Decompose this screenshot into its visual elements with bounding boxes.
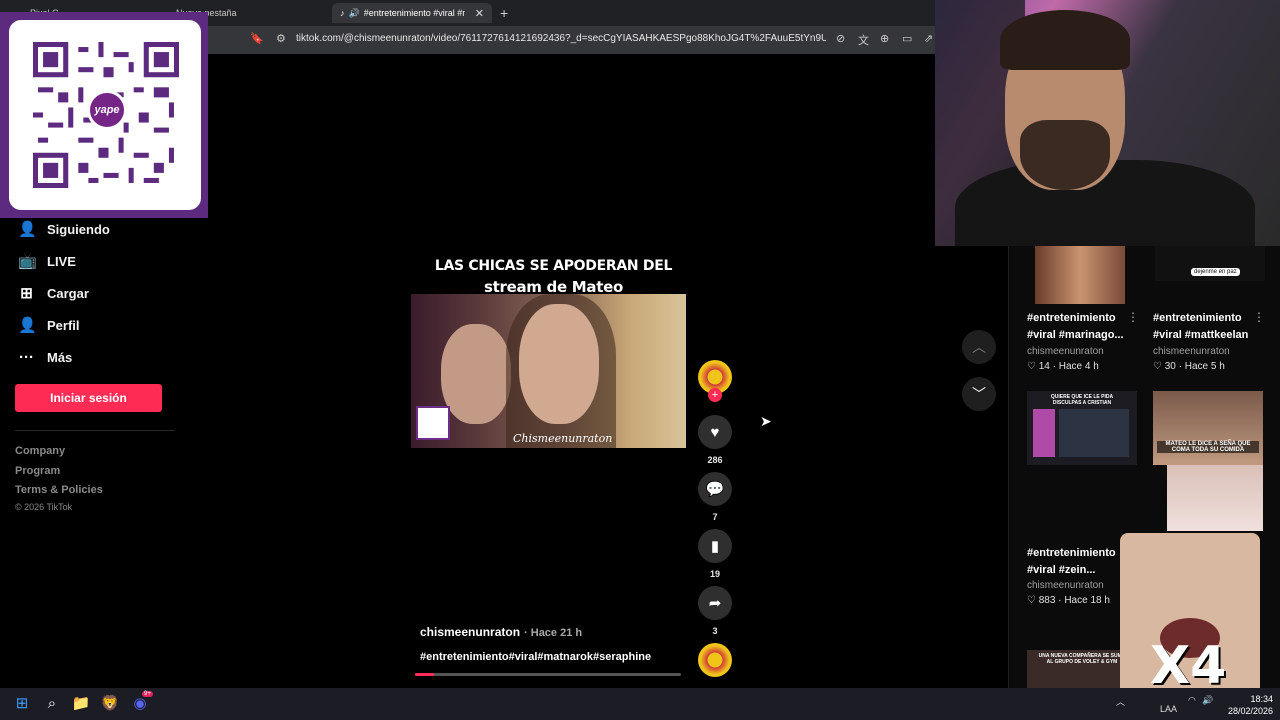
windows-start-icon[interactable]: ⊞	[12, 694, 32, 714]
comment-icon[interactable]: 💬	[698, 472, 732, 506]
video-player[interactable]: Chismeenunraton	[411, 294, 686, 448]
recommended-title[interactable]: #entretenimiento #viral #mattkeelan	[1153, 310, 1263, 344]
recommended-stats: ♡ 30 · Hace 5 h	[1153, 361, 1225, 372]
close-tab-icon[interactable]: ✕	[475, 7, 484, 20]
language-indicator[interactable]: LAA	[1160, 704, 1177, 714]
save-count: 19	[709, 569, 720, 579]
volume-icon[interactable]: 🔊	[1202, 695, 1213, 706]
bookmark-icon[interactable]: ▮	[698, 529, 732, 563]
recommended-author[interactable]: chismeenunraton	[1027, 580, 1104, 591]
footer-link-terms[interactable]: Terms & Policies	[15, 484, 103, 496]
recommended-thumb[interactable]: MATEO LE DICE A SEÑA QUE COMA TODA SU CO…	[1153, 391, 1263, 465]
previous-video-button[interactable]: ︿	[962, 330, 996, 364]
video-frame-person	[441, 324, 511, 424]
wifi-icon[interactable]: ◠	[1188, 695, 1196, 706]
yape-card: yape	[9, 20, 201, 210]
share-action[interactable]: ➦ 3	[698, 586, 732, 636]
thumb-art	[1059, 409, 1129, 457]
share-icon[interactable]: ⇗	[924, 32, 933, 45]
video-author[interactable]: chismeenunraton · Hace 21 h	[420, 625, 582, 639]
more-options-icon[interactable]: ⋮	[1127, 310, 1139, 324]
heart-outline-icon: ♡	[1153, 361, 1162, 372]
sidebar-item-profile[interactable]: 👤 Perfil	[18, 316, 80, 334]
video-frame-person	[519, 304, 599, 424]
sidebar-item-upload[interactable]: ⊞ Cargar	[18, 284, 89, 302]
like-count: 286	[707, 455, 723, 465]
yape-logo: yape	[87, 90, 127, 130]
following-icon: 👤	[18, 221, 37, 238]
file-explorer-icon[interactable]: 📁	[71, 694, 91, 714]
tiktok-icon: ♪	[340, 8, 345, 18]
discord-badge: 9+	[142, 691, 153, 697]
next-video-button[interactable]: ﹀	[962, 377, 996, 411]
comment-action[interactable]: 💬 7	[698, 472, 732, 522]
video-progress-fill	[415, 673, 434, 676]
share-count: 3	[712, 626, 718, 636]
more-icon: ···	[19, 349, 34, 366]
recommended-thumb[interactable]	[1035, 246, 1125, 304]
heart-outline-icon: ♡	[1027, 361, 1036, 372]
video-watermark: Chismeenunraton	[513, 432, 613, 445]
more-options-icon[interactable]: ⋮	[1253, 310, 1265, 324]
streamer-webcam	[935, 0, 1280, 246]
comment-count: 7	[712, 512, 718, 522]
cast-icon[interactable]: ▭	[902, 32, 912, 45]
speaker-icon: 🔊	[348, 7, 360, 18]
recommended-stats: ♡ 883 · Hace 18 h	[1027, 595, 1110, 606]
heart-outline-icon: ♡	[1027, 595, 1036, 606]
recommended-title[interactable]: #entretenimiento #viral #marinago...	[1027, 310, 1137, 344]
taskbar: ⊞ ⌕ 📁 🦁 ◉ 9+ ︿ LAA ◠ 🔊 18:34 28/02/2026	[0, 688, 1280, 720]
video-caption: Las chicas se apoderan del stream de Mat…	[434, 258, 673, 296]
recommended-author[interactable]: chismeenunraton	[1027, 346, 1104, 357]
block-icon[interactable]: ⊘	[836, 32, 845, 45]
thumb-art	[1033, 409, 1055, 457]
sidebar-item-live[interactable]: 📺 LIVE	[18, 252, 76, 270]
recommended-thumb[interactable]	[1167, 465, 1263, 531]
save-action[interactable]: ▮ 19	[698, 529, 732, 579]
sidebar-divider	[15, 430, 175, 431]
webcam-hair	[1000, 10, 1130, 70]
chevron-down-icon: ﹀	[972, 386, 986, 402]
recommended-author[interactable]: chismeenunraton	[1153, 346, 1230, 357]
taskbar-clock[interactable]: 18:34 28/02/2026	[1228, 693, 1273, 717]
video-qr-overlay	[416, 406, 450, 440]
tab-active[interactable]: ♪ 🔊 #entretenimiento #viral #mat ✕	[332, 3, 492, 23]
yape-qr-overlay: yape	[0, 12, 208, 218]
heart-icon[interactable]: ♥	[698, 415, 732, 449]
sidebar-item-more[interactable]: ··· Más	[18, 349, 72, 366]
chevron-up-icon: ︿	[972, 339, 986, 355]
reaction-text: X4	[1150, 636, 1227, 696]
url-field[interactable]: tiktok.com/@chismeenunraton/video/761172…	[296, 33, 826, 44]
share-arrow-icon[interactable]: ➦	[698, 586, 732, 620]
like-action[interactable]: ♥ 286	[698, 415, 732, 465]
recommended-thumb[interactable]: QUIERE QUE ICE LE PIDA DISCULPAS A CRIST…	[1027, 391, 1137, 465]
brave-browser-icon[interactable]: 🦁	[100, 694, 120, 714]
webcam-beard	[1020, 120, 1110, 190]
video-time: · Hace 21 h	[524, 627, 583, 639]
video-hashtags[interactable]: #entretenimiento#viral#matnarok#seraphin…	[420, 651, 651, 663]
translate-icon[interactable]: 文	[858, 32, 869, 48]
login-button[interactable]: Iniciar sesión	[15, 384, 162, 412]
recommended-stats: ♡ 14 · Hace 4 h	[1027, 361, 1099, 372]
follow-plus-icon[interactable]: +	[708, 388, 722, 402]
mouse-cursor-icon: ➤	[760, 413, 772, 429]
upload-icon: ⊞	[20, 285, 33, 302]
copyright: © 2026 TikTok	[15, 502, 73, 512]
sidebar-item-following[interactable]: 👤 Siguiendo	[18, 220, 110, 238]
new-tab-button[interactable]: +	[500, 5, 508, 21]
site-info-icon[interactable]: ⚙	[276, 32, 286, 45]
tray-chevron-icon[interactable]: ︿	[1116, 695, 1125, 708]
recommended-thumb[interactable]: dejenme en paz	[1155, 246, 1265, 281]
zoom-icon[interactable]: ⊕	[880, 32, 889, 45]
video-progress-bar[interactable]	[415, 673, 681, 676]
discord-icon[interactable]: ◉	[130, 694, 150, 714]
footer-link-company[interactable]: Company	[15, 445, 65, 457]
live-icon: 📺	[18, 253, 37, 270]
sound-disc-icon[interactable]	[698, 643, 732, 677]
search-icon[interactable]: ⌕	[42, 694, 62, 714]
bookmark-icon[interactable]: 🔖	[250, 32, 264, 45]
footer-link-program[interactable]: Program	[15, 465, 60, 477]
profile-icon: 👤	[18, 317, 37, 334]
